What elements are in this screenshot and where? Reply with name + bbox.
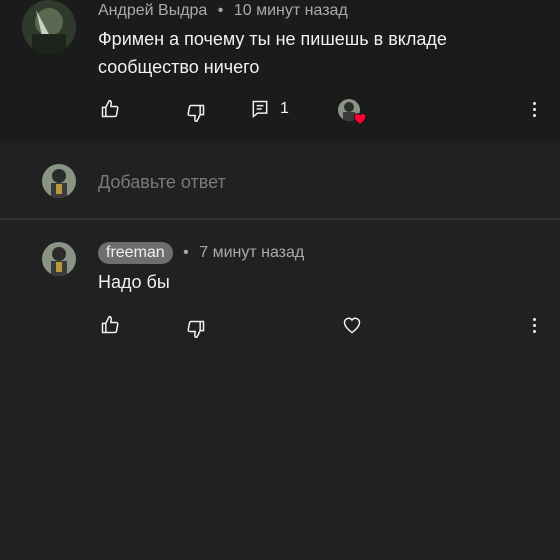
heart-button[interactable] (340, 313, 364, 337)
like-button[interactable] (98, 97, 122, 121)
reply-meta: freeman • 7 минут назад (98, 242, 304, 264)
creator-heart (338, 99, 370, 127)
more-vert-icon (533, 101, 537, 117)
heart-outline-icon (343, 317, 361, 334)
more-options-button[interactable] (528, 99, 542, 119)
reply-time[interactable]: 7 минут назад (199, 244, 304, 261)
reply-more-options-button[interactable] (528, 315, 542, 335)
reply-like-button[interactable] (98, 313, 122, 337)
meta-separator: • (183, 244, 189, 261)
divider (0, 218, 560, 220)
meta-separator: • (217, 2, 224, 19)
current-user-avatar (42, 164, 76, 198)
thumb-down-icon (187, 320, 205, 339)
comment-meta: Андрей Выдра • 10 минут назад (98, 2, 348, 20)
reply-text: Надо бы (98, 272, 170, 292)
avatar[interactable] (22, 0, 76, 54)
thumb-up-icon (101, 99, 119, 118)
author-name[interactable]: Андрей Выдра (98, 2, 207, 19)
replies-button[interactable]: 1 (250, 97, 298, 121)
thumb-up-icon (101, 315, 119, 334)
reply-dislike-button[interactable] (184, 317, 208, 341)
reply-input[interactable]: Добавьте ответ (98, 172, 498, 193)
reply-count: 1 (280, 100, 289, 117)
reply-avatar[interactable] (42, 242, 76, 276)
more-vert-icon (533, 317, 537, 333)
heart-badge-icon (353, 113, 367, 125)
comment-text: Фримен а почему ты не пишешь в вкладе со… (98, 29, 447, 77)
comment-time[interactable]: 10 минут назад (234, 2, 348, 19)
comment-icon (252, 100, 268, 119)
author-badge[interactable]: freeman (98, 242, 173, 264)
dislike-button[interactable] (184, 101, 208, 125)
thumb-down-icon (187, 104, 205, 123)
